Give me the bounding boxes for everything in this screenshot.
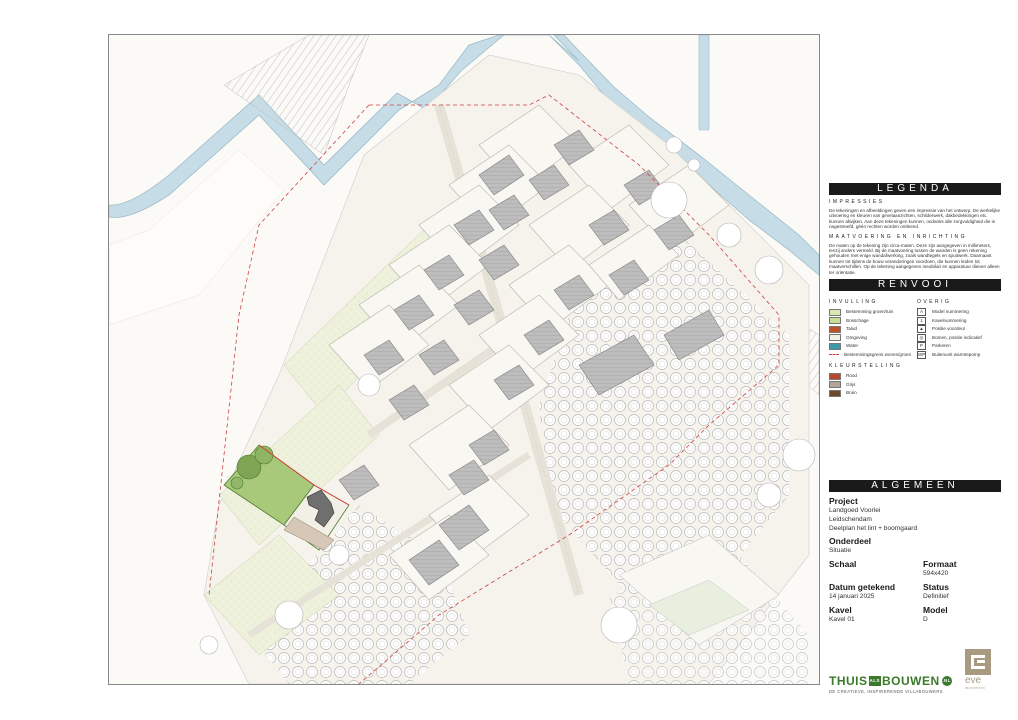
- formaat-value: 594x420: [923, 570, 949, 577]
- kleur-list: Rood Grijs Bruin: [829, 372, 913, 398]
- legend-symbol-icon: WP: [917, 350, 926, 359]
- project-line-2: Leidschendam: [829, 516, 872, 523]
- brand-name-a: THUIS: [829, 674, 868, 688]
- project-label: Project: [829, 496, 858, 506]
- status-label: Status: [923, 582, 949, 592]
- canal-branch: [698, 35, 710, 131]
- legend-title-bar: LEGENDA: [829, 183, 1001, 195]
- status-value: Definitief: [923, 593, 949, 600]
- color-swatch-icon: [829, 389, 841, 397]
- datum-status-row: Datum getekend 14 januari 2025 Status De…: [829, 582, 1001, 601]
- invulling-item-label: Talud: [846, 326, 857, 332]
- invulling-item-label: Water: [846, 343, 859, 349]
- thuisalsbouwen-logo[interactable]: THUIS ALS BOUWEN .NL DE CREATIEVE, INSPIRER…: [829, 674, 959, 696]
- maatvoering-text: De maten op de tekening zijn circa-maten…: [829, 242, 1000, 275]
- overig-item: P Parkeren: [917, 342, 1001, 351]
- eve-architecten-logo[interactable]: eve architecten: [965, 649, 993, 695]
- project-line-1: Landgoed Voorlei: [829, 507, 881, 514]
- formaat-label: Formaat: [923, 559, 957, 569]
- overig-column: OVERIG A Model nummering 1 Kavelnummering ▲ P…: [917, 295, 1001, 398]
- swatch-icon: [829, 325, 841, 333]
- model-label: Model: [923, 605, 948, 615]
- invulling-list: Bestemming groen/tuin Bosschage Talud Omgev…: [829, 308, 913, 359]
- invulling-item: Bestemming groen/tuin: [829, 308, 913, 317]
- kavel-model-row: Kavel Kavel 01 Model D: [829, 605, 1001, 624]
- invulling-item-label: Bestemmingsgrens wonen/groen: [844, 351, 912, 357]
- kleur-item-label: Rood: [846, 373, 857, 379]
- kleur-item-label: Bruin: [846, 390, 857, 396]
- brand-wordmark: THUIS ALS BOUWEN .NL: [829, 674, 959, 688]
- swatch-icon: [829, 342, 841, 350]
- kleur-item: Grijs: [829, 381, 913, 390]
- invulling-item-label: Bestemming groen/tuin: [846, 309, 894, 315]
- algemeen-panel: ALGEMEEN Project Landgoed Voorlei Leidsc…: [829, 480, 1001, 624]
- kleur-heading: KLEURSTELLING: [829, 363, 903, 370]
- invulling-item: Bosschage: [829, 317, 913, 326]
- invulling-item: Omgeving: [829, 334, 913, 343]
- maatvoering-heading: MAATVOERING EN INRICHTING: [829, 233, 967, 240]
- invulling-item-label: Omgeving: [846, 334, 867, 340]
- legend-symbol-icon: P: [917, 342, 926, 351]
- legend-panel: LEGENDA IMPRESSIES De tekeningen en afbe…: [829, 183, 1001, 398]
- swatch-icon: [829, 354, 839, 356]
- overig-item-label: Parkeren: [932, 343, 951, 349]
- impressies-text: De tekeningen en afbeeldingen geven een …: [829, 208, 1001, 230]
- kavel-label: Kavel: [829, 605, 852, 615]
- color-swatch-icon: [829, 372, 841, 380]
- invulling-column: INVULLING Bestemming groen/tuin Bosschage…: [829, 295, 913, 398]
- invulling-heading: INVULLING: [829, 299, 878, 306]
- legend-symbol-icon: A: [917, 308, 926, 317]
- swatch-icon: [829, 308, 841, 316]
- legend-symbol-icon: ▲: [917, 325, 926, 334]
- invulling-item: Talud: [829, 325, 913, 334]
- datum-label: Datum getekend: [829, 582, 896, 592]
- algemeen-title-bar: ALGEMEEN: [829, 480, 1001, 492]
- field-1: [109, 149, 285, 326]
- legend-symbol-icon: 1: [917, 316, 926, 325]
- overig-list: A Model nummering 1 Kavelnummering ▲ Positie …: [917, 308, 1001, 359]
- renvooi-columns: INVULLING Bestemming groen/tuin Bosschage…: [829, 295, 1001, 398]
- model-value: D: [923, 616, 928, 623]
- legend-symbol-icon: ◎: [917, 333, 926, 342]
- drawing-sheet: LEGENDA IMPRESSIES De tekeningen en afbe…: [0, 0, 1018, 720]
- eve-subtitle: architecten: [965, 686, 985, 690]
- overig-item-label: Buitenunit warmtepomp: [932, 351, 981, 357]
- invulling-item: Water: [829, 342, 913, 351]
- schaal-label: Schaal: [829, 559, 857, 569]
- overig-item-label: Model nummering: [932, 309, 969, 315]
- overig-item: ▲ Positie voordeur: [917, 325, 1001, 334]
- site-plan-drawing: [109, 35, 819, 684]
- overig-item: WP Buitenunit warmtepomp: [917, 350, 1001, 360]
- overig-item-label: Positie voordeur: [932, 326, 966, 332]
- impressies-heading: IMPRESSIES: [829, 199, 885, 205]
- onderdeel-label: Onderdeel: [829, 536, 872, 546]
- brand-tagline: DE CREATIEVE, INSPIRERENDE VILLABOUWERS: [829, 689, 943, 694]
- kavel-value: Kavel 01: [829, 616, 855, 623]
- overig-heading: OVERIG: [917, 299, 952, 306]
- overig-item: ◎ Bomen, positie indicatief: [917, 333, 1001, 343]
- onderdeel-value: Situatie: [829, 547, 851, 554]
- eve-wordmark: eve: [965, 675, 982, 686]
- kleur-item: Rood: [829, 372, 913, 381]
- kleur-item-label: Grijs: [846, 381, 856, 387]
- overig-item-label: Kavelnummering: [932, 317, 967, 323]
- site-plan-map[interactable]: [108, 34, 820, 685]
- swatch-icon: [829, 317, 841, 325]
- brand-name-b: BOUWEN: [882, 674, 940, 688]
- invulling-item: Bestemmingsgrens wonen/groen: [829, 351, 913, 360]
- brand-name-mid: ALS: [868, 676, 881, 686]
- schaal-formaat-row: Schaal Formaat 594x420: [829, 559, 1001, 578]
- kleur-item: Bruin: [829, 389, 913, 398]
- overig-item: 1 Kavelnummering: [917, 316, 1001, 326]
- project-line-3: Deelplan het lint + boomgaard: [829, 525, 918, 532]
- color-swatch-icon: [829, 381, 841, 389]
- overig-item-label: Bomen, positie indicatief: [932, 334, 982, 340]
- invulling-item-label: Bosschage: [846, 317, 869, 323]
- overig-item: A Model nummering: [917, 308, 1001, 317]
- eve-logo-icon: [965, 649, 991, 675]
- renvooi-title-bar: RENVOOI: [829, 279, 1001, 292]
- datum-value: 14 januari 2025: [829, 593, 875, 600]
- brand-nl-badge: .NL: [941, 676, 952, 686]
- swatch-icon: [829, 334, 841, 342]
